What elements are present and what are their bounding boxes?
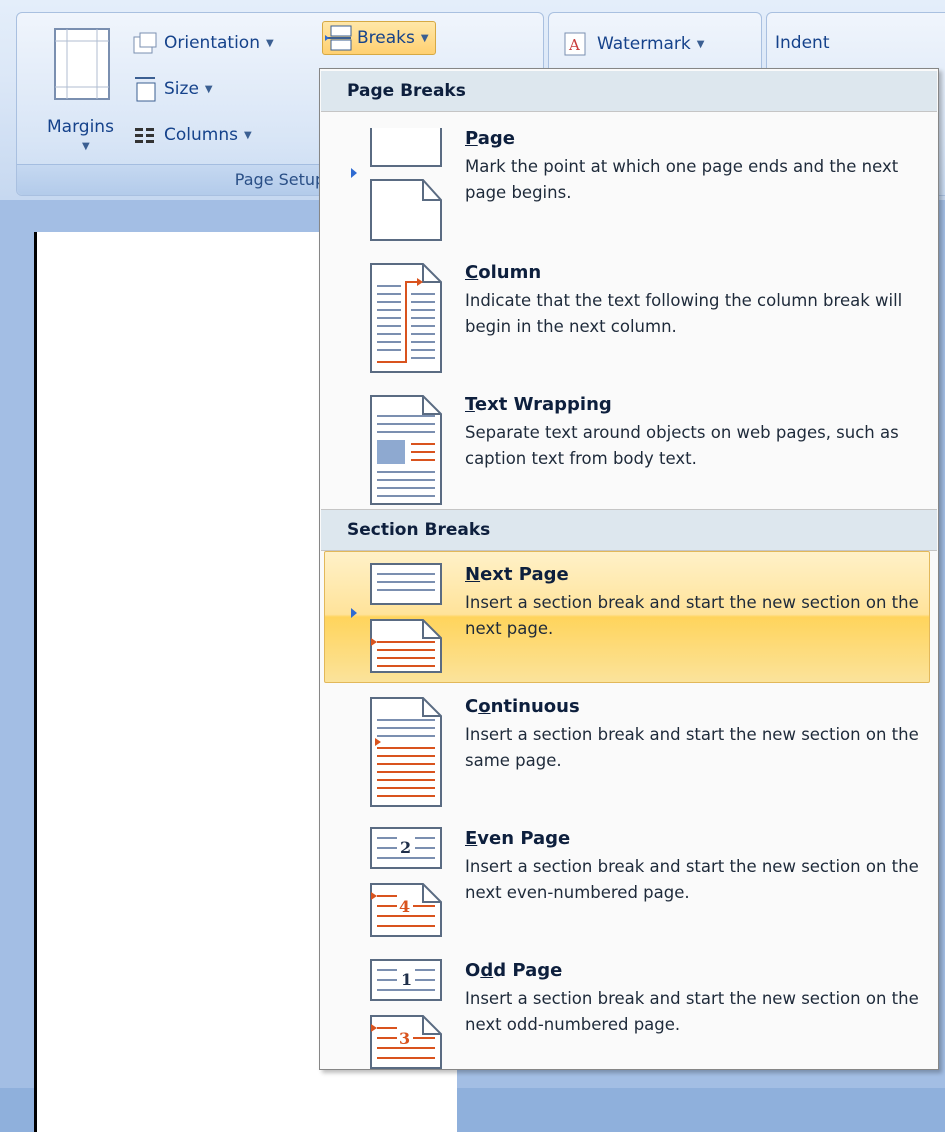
- menu-item-continuous-title: Continuous: [465, 696, 580, 717]
- chevron-down-icon: ▼: [82, 141, 90, 152]
- even-top-number: 2: [400, 838, 411, 857]
- chevron-down-icon: ▼: [420, 32, 429, 44]
- menu-item-next-page-title: Next Page: [465, 564, 569, 585]
- section-breaks-header: Section Breaks: [321, 509, 937, 551]
- menu-item-odd-page-desc: Insert a section break and start the new…: [465, 989, 919, 1034]
- menu-item-even-page[interactable]: 2 4 Even Page Insert a section break and…: [324, 815, 930, 947]
- breaks-icon: [325, 25, 352, 51]
- menu-item-text-wrapping[interactable]: Text Wrapping Separate text around objec…: [324, 381, 930, 513]
- svg-text:A: A: [568, 36, 580, 54]
- columns-icon: [135, 128, 154, 143]
- menu-item-odd-page-title: Odd Page: [465, 960, 563, 981]
- watermark-button[interactable]: A Watermark ▼: [563, 31, 704, 57]
- watermark-icon: A: [564, 32, 586, 56]
- text-wrapping-icon: [370, 395, 442, 505]
- menu-item-next-page[interactable]: Next Page Insert a section break and sta…: [324, 551, 930, 683]
- chevron-down-icon: ▼: [696, 38, 705, 50]
- menu-item-page-title: Page: [465, 128, 515, 149]
- chevron-down-icon: ▼: [204, 83, 213, 95]
- breaks-menu: Page Breaks Page Mark the point at which…: [319, 68, 939, 1070]
- chevron-down-icon: ▼: [243, 129, 252, 141]
- page-breaks-header: Page Breaks: [321, 71, 937, 112]
- columns-button[interactable]: Columns ▼: [132, 125, 252, 145]
- menu-item-odd-page[interactable]: 1 3 Odd Page Insert a section break and …: [324, 947, 930, 1079]
- menu-item-page-desc: Mark the point at which one page ends an…: [465, 157, 899, 202]
- column-break-icon: [370, 263, 442, 373]
- orientation-icon: [133, 32, 157, 54]
- size-label: Size: [164, 79, 199, 99]
- columns-label: Columns: [164, 125, 238, 145]
- even-page-icon: 2 4: [370, 827, 442, 937]
- size-icon: [135, 77, 156, 102]
- page-break-icon: [351, 128, 442, 241]
- next-page-icon: [351, 563, 442, 673]
- menu-item-even-page-desc: Insert a section break and start the new…: [465, 857, 919, 902]
- watermark-label: Watermark: [597, 34, 691, 54]
- odd-page-icon: 1 3: [370, 959, 442, 1069]
- breaks-label: Breaks: [357, 28, 415, 48]
- menu-item-page[interactable]: Page Mark the point at which one page en…: [324, 115, 930, 247]
- orientation-button[interactable]: Orientation ▼: [132, 31, 274, 55]
- menu-item-column-desc: Indicate that the text following the col…: [465, 291, 903, 336]
- orientation-label: Orientation: [164, 33, 260, 53]
- continuous-icon: [370, 697, 442, 807]
- menu-item-column-title: Column: [465, 262, 542, 283]
- margins-button[interactable]: Margins ▼: [29, 23, 114, 163]
- chevron-down-icon: ▼: [265, 37, 274, 49]
- menu-item-column[interactable]: Column Indicate that the text following …: [324, 249, 930, 381]
- indent-label: Indent: [775, 33, 829, 53]
- menu-item-next-page-desc: Insert a section break and start the new…: [465, 593, 919, 638]
- menu-item-continuous[interactable]: Continuous Insert a section break and st…: [324, 683, 930, 815]
- margins-icon: [54, 28, 110, 100]
- indent-text: Indent: [775, 33, 830, 53]
- menu-item-text-wrapping-title: Text Wrapping: [465, 394, 612, 415]
- even-bottom-number: 4: [399, 897, 410, 916]
- menu-item-even-page-title: Even Page: [465, 828, 571, 849]
- menu-item-text-wrapping-desc: Separate text around objects on web page…: [465, 423, 899, 468]
- size-button[interactable]: Size ▼: [132, 75, 213, 103]
- breaks-button[interactable]: Breaks ▼: [322, 21, 436, 55]
- odd-bottom-number: 3: [399, 1029, 410, 1048]
- odd-top-number: 1: [401, 970, 412, 989]
- menu-item-continuous-desc: Insert a section break and start the new…: [465, 725, 919, 770]
- margins-label: Margins: [47, 117, 114, 137]
